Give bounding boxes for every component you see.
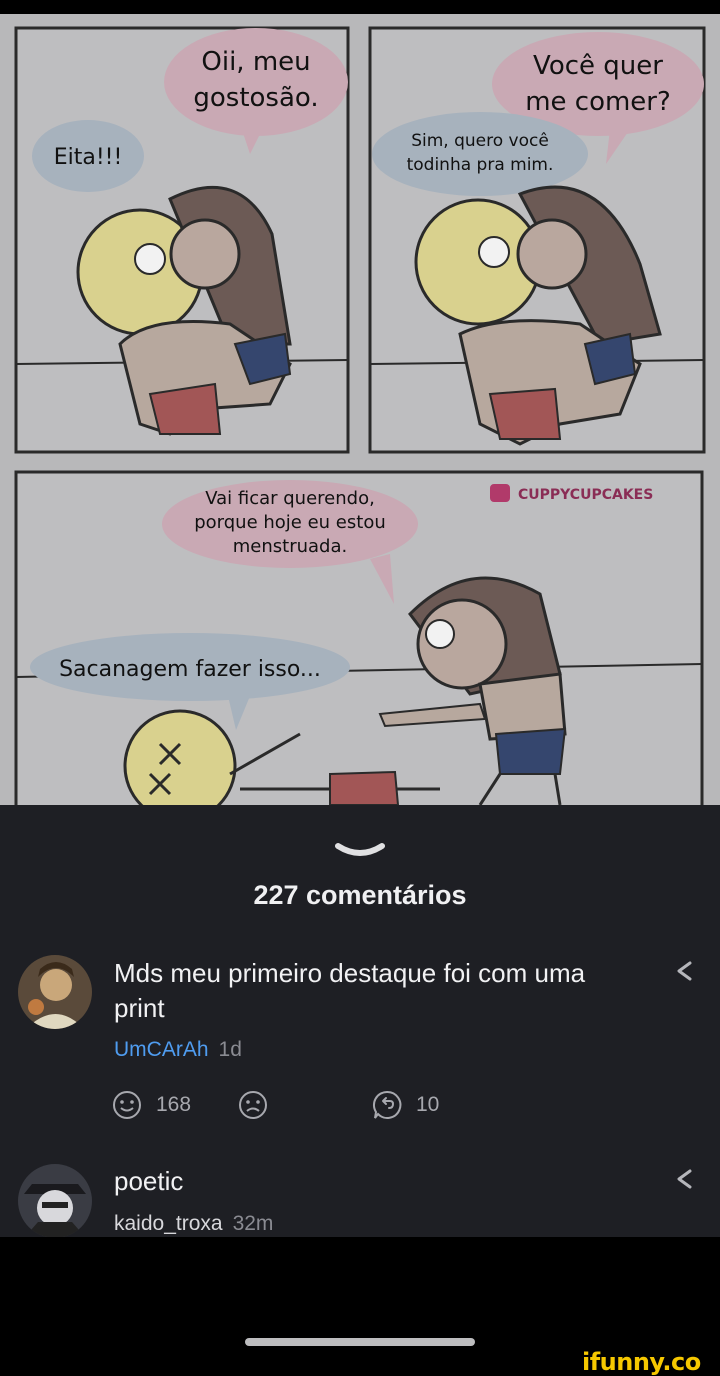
username-link[interactable]: UmCArAh — [114, 1038, 209, 1061]
signature-text: CUPPYCUPCAKES — [518, 487, 653, 503]
comment-meta: kaido_troxa 32m — [114, 1212, 273, 1236]
smile-button[interactable]: 168 — [112, 1090, 191, 1120]
bubble-text-1c: Eita!!! — [54, 145, 123, 170]
comment-meta: UmCArAh 1d — [114, 1038, 242, 1062]
home-indicator[interactable] — [245, 1338, 475, 1346]
bubble-text-2c: Sim, quero você — [411, 131, 549, 151]
comic-strip: Oii, meu gostosão. Eita!!! Você quer me … — [0, 14, 720, 805]
bubble-text-1a: Oii, meu — [201, 47, 310, 77]
comment-text: poetic — [114, 1166, 184, 1196]
username-link[interactable]: kaido_troxa — [114, 1212, 223, 1235]
bubble-text-2a: Você quer — [533, 51, 663, 81]
frown-icon — [239, 1091, 267, 1119]
share-icon[interactable] — [672, 1166, 698, 1192]
status-bar — [0, 0, 720, 14]
chevron-down-icon[interactable] — [330, 838, 390, 862]
post-image[interactable]: Oii, meu gostosão. Eita!!! Você quer me … — [0, 14, 720, 805]
comment-text: Mds meu primeiro destaque foi com uma pr… — [114, 958, 586, 1023]
comments-count: 227 comentários — [253, 880, 467, 910]
bubble-text-3d: Sacanagem fazer isso... — [59, 657, 321, 682]
comment-time: 1d — [218, 1038, 242, 1061]
share-icon[interactable] — [672, 958, 698, 984]
avatar[interactable] — [18, 1164, 92, 1238]
replies-count: 10 — [416, 1093, 440, 1116]
avatar[interactable] — [18, 955, 92, 1029]
bubble-text-3b: porque hoje eu estou — [194, 512, 386, 533]
reply-button[interactable]: 10 — [372, 1090, 439, 1120]
smile-count: 168 — [156, 1093, 192, 1116]
bubble-text-3c: menstruada. — [233, 536, 347, 557]
bubble-text-2d: todinha pra mim. — [407, 155, 554, 175]
bubble-text-1b: gostosão. — [193, 83, 318, 113]
frown-button[interactable] — [238, 1090, 268, 1120]
watermark-logo: ifunny.co — [582, 1348, 701, 1376]
bubble-text-2b: me comer? — [525, 87, 671, 117]
reply-icon — [372, 1090, 402, 1119]
bubble-text-3a: Vai ficar querendo, — [205, 488, 375, 509]
smile-icon — [113, 1091, 141, 1119]
comment-time: 32m — [232, 1212, 274, 1235]
